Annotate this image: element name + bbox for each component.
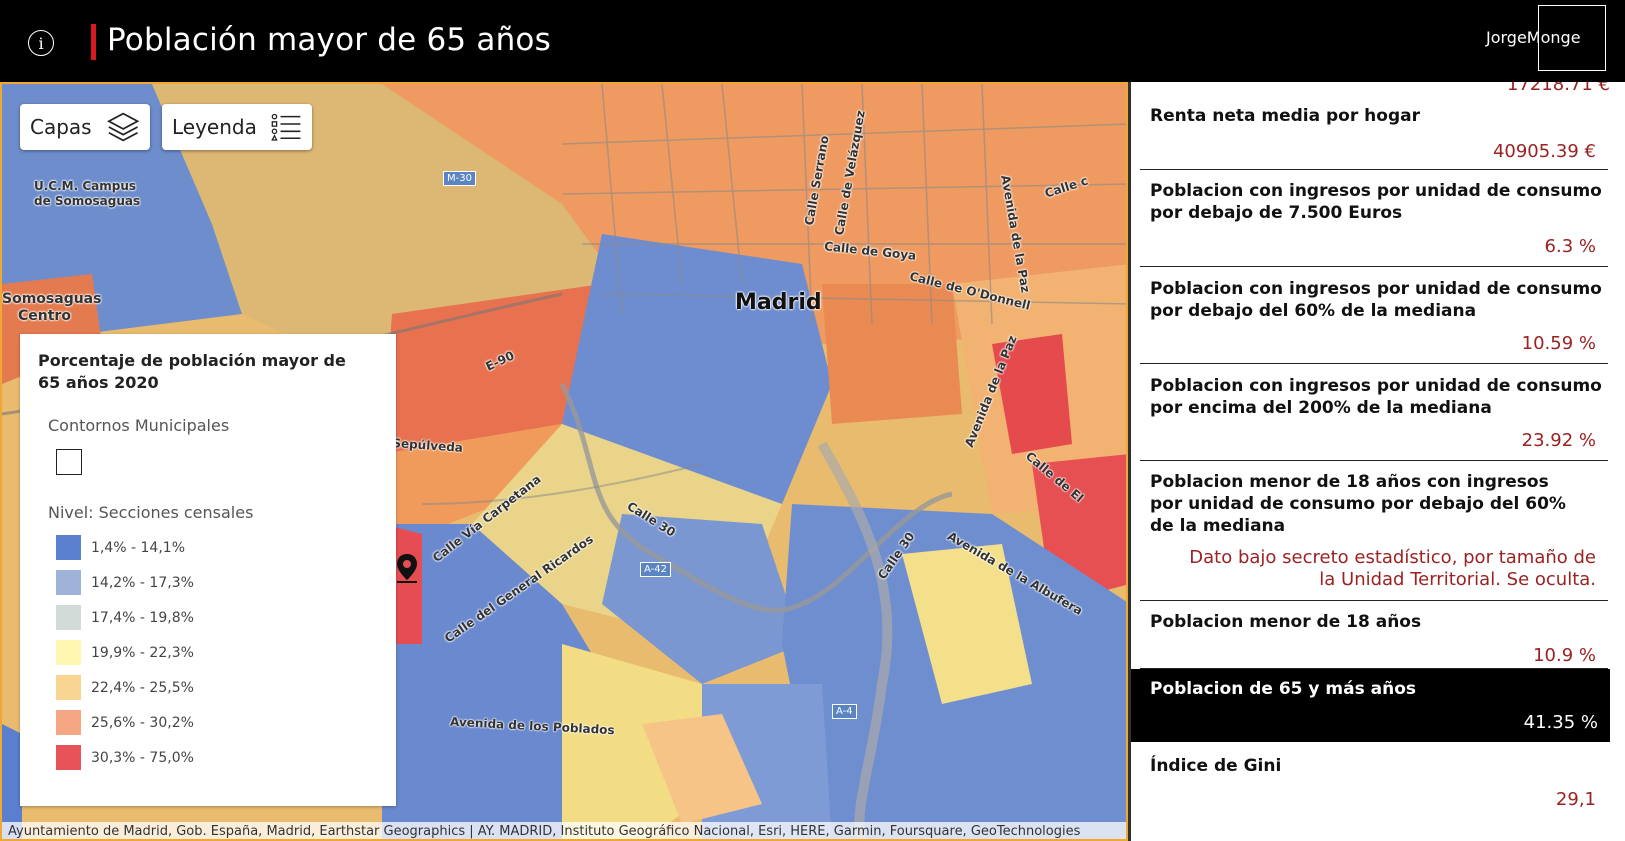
map-label-somosaguas: Somosaguas — [2, 291, 102, 307]
info-button[interactable]: i — [28, 30, 54, 56]
stat-value: 10.9 % — [1533, 645, 1596, 666]
layers-button-label: Capas — [30, 115, 92, 139]
legend-nivel-label: Nivel: Secciones censales — [48, 503, 254, 522]
map-view[interactable]: Madrid U.C.M. Campus de Somosaguas Somos… — [0, 82, 1128, 841]
page-title: Población mayor de 65 años — [107, 22, 551, 58]
stat-value: 6.3 % — [1544, 236, 1596, 257]
stat-ingresos-200-mediana: Poblacion con ingresos por unidad de con… — [1140, 364, 1608, 461]
stat-menor-18-ingresos: Poblacion menor de 18 años con ingresos … — [1140, 461, 1608, 601]
legend-swatch — [56, 535, 81, 560]
stat-value: 41.35 % — [1523, 712, 1598, 733]
location-pin-icon[interactable] — [394, 552, 420, 584]
title-accent-bar — [91, 24, 96, 60]
legend-item-label: 14,2% - 17,3% — [91, 574, 194, 591]
layers-button[interactable]: Capas — [20, 104, 150, 150]
stat-value: 40905.39 € — [1492, 141, 1596, 162]
stat-value: 29,1 — [1555, 789, 1596, 810]
stat-value: Dato bajo secreto estadístico, por tamañ… — [1189, 547, 1596, 590]
legend-item: 25,6% - 30,2% — [56, 705, 378, 740]
legend-item-label: 25,6% - 30,2% — [91, 714, 194, 731]
stat-label: Poblacion con ingresos por unidad de con… — [1150, 376, 1602, 418]
stat-value: 10.59 % — [1521, 333, 1596, 354]
legend-item-label: 22,4% - 25,5% — [91, 679, 194, 696]
layers-icon — [106, 112, 139, 142]
map-label-ucm: U.C.M. Campus de Somosaguas — [34, 179, 141, 208]
stat-label: Poblacion con ingresos por unidad de con… — [1150, 181, 1602, 223]
panel-divider — [1128, 82, 1131, 841]
stat-renta-hogar: Renta neta media por hogar 40905.39 € — [1140, 95, 1608, 170]
stat-ingresos-7500: Poblacion con ingresos por unidad de con… — [1140, 170, 1608, 267]
legend-item: 30,3% - 75,0% — [56, 740, 378, 775]
legend-item: 14,2% - 17,3% — [56, 565, 378, 600]
stat-65-mas-selected[interactable]: Poblacion de 65 y más años 41.35 % — [1128, 669, 1610, 742]
legend-button-label: Leyenda — [172, 115, 257, 139]
legend-item-label: 19,9% - 22,3% — [91, 644, 194, 661]
info-icon: i — [38, 33, 44, 53]
stat-menor-18: Poblacion menor de 18 años 10.9 % — [1140, 601, 1608, 669]
stat-value-clipped: 17218.71 € — [1506, 82, 1610, 95]
legend-swatch — [56, 640, 81, 665]
stat-ingresos-60-mediana: Poblacion con ingresos por unidad de con… — [1140, 267, 1608, 364]
map-attribution[interactable]: Ayuntamiento de Madrid, Gob. España, Mad… — [2, 822, 1126, 839]
legend-swatch — [56, 710, 81, 735]
legend-item-label: 30,3% - 75,0% — [91, 749, 194, 766]
legend-item: 19,9% - 22,3% — [56, 635, 378, 670]
road-shield-a42: A-42 — [640, 562, 671, 577]
legend-contornos-swatch — [56, 449, 82, 475]
legend-list-icon — [271, 113, 301, 141]
legend-items: 1,4% - 14,1% 14,2% - 17,3% 17,4% - 19,8% 19… — [56, 530, 378, 775]
legend-swatch — [56, 745, 81, 770]
road-shield-a4: A-4 — [832, 704, 857, 719]
legend-contornos-label: Contornos Municipales — [48, 416, 230, 435]
brand-logo[interactable]: JorgeMonge — [1486, 28, 1581, 47]
legend-button[interactable]: Leyenda — [162, 104, 312, 150]
map-label-centro: Centro — [18, 308, 71, 324]
legend-item: 1,4% - 14,1% — [56, 530, 378, 565]
stat-label: Índice de Gini — [1150, 756, 1282, 776]
legend-item: 22,4% - 25,5% — [56, 670, 378, 705]
legend-item-label: 1,4% - 14,1% — [91, 539, 185, 556]
legend-item-label: 17,4% - 19,8% — [91, 609, 194, 626]
legend-item: 17,4% - 19,8% — [56, 600, 378, 635]
legend-swatch — [56, 570, 81, 595]
map-label-madrid: Madrid — [735, 290, 822, 315]
legend-swatch — [56, 605, 81, 630]
stat-value: 23.92 % — [1521, 430, 1596, 451]
stats-panel[interactable]: 17218.71 € Renta neta media por hogar 40… — [1128, 82, 1625, 841]
road-shield-m30: M-30 — [443, 171, 476, 186]
legend-panel: Porcentaje de población mayor de 65 años… — [20, 334, 396, 806]
app-header: i Población mayor de 65 años JorgeMonge — [0, 0, 1625, 82]
legend-title: Porcentaje de población mayor de 65 años… — [38, 351, 346, 392]
stat-label: Renta neta media por hogar — [1150, 106, 1420, 126]
stat-gini: Índice de Gini 29,1 — [1140, 742, 1608, 841]
stat-label: Poblacion menor de 18 años — [1150, 612, 1422, 632]
legend-swatch — [56, 675, 81, 700]
stat-label: Poblacion menor de 18 años con ingresos … — [1150, 472, 1566, 536]
stat-label: Poblacion con ingresos por unidad de con… — [1150, 279, 1602, 321]
stat-label: Poblacion de 65 y más años — [1150, 679, 1416, 699]
